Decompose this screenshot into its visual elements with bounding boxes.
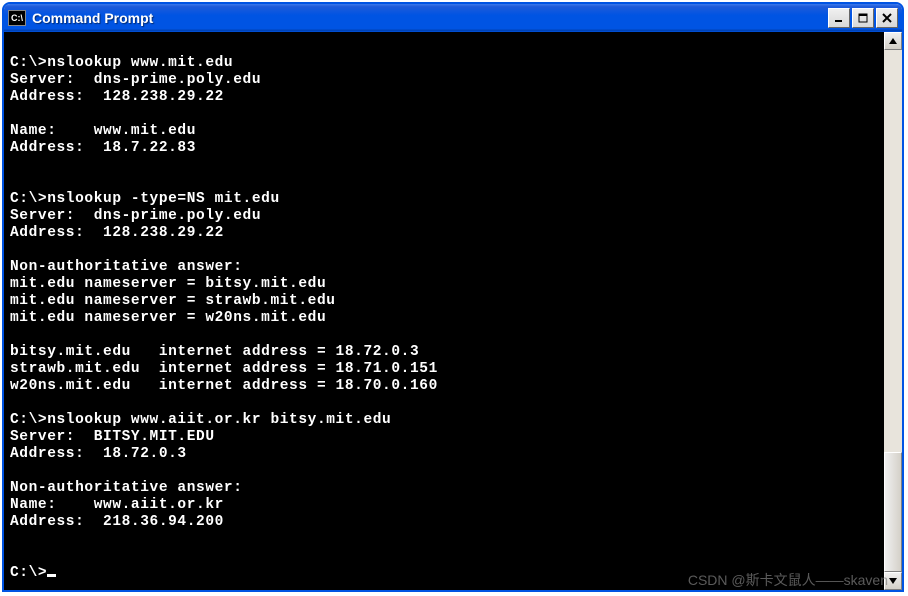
minimize-button[interactable] — [828, 8, 850, 28]
chevron-down-icon — [889, 578, 897, 584]
minimize-icon — [834, 13, 844, 23]
titlebar[interactable]: C:\ Command Prompt — [4, 4, 902, 32]
terminal-output[interactable]: C:\>nslookup www.mit.edu Server: dns-pri… — [4, 32, 884, 590]
scrollbar-thumb[interactable] — [884, 452, 902, 572]
window-title: Command Prompt — [32, 10, 828, 26]
command-prompt-window: C:\ Command Prompt — [2, 2, 904, 592]
vertical-scrollbar[interactable] — [884, 32, 902, 590]
terminal-cursor — [47, 574, 56, 577]
cmd-icon: C:\ — [8, 10, 26, 26]
chevron-up-icon — [889, 38, 897, 44]
close-icon — [882, 13, 892, 23]
scrollbar-track[interactable] — [884, 50, 902, 572]
maximize-icon — [858, 13, 868, 23]
maximize-button[interactable] — [852, 8, 874, 28]
close-button[interactable] — [876, 8, 898, 28]
terminal-area: C:\>nslookup www.mit.edu Server: dns-pri… — [4, 32, 902, 590]
scroll-down-button[interactable] — [884, 572, 902, 590]
window-controls — [828, 8, 898, 28]
cmd-icon-text: C:\ — [11, 13, 23, 23]
scroll-up-button[interactable] — [884, 32, 902, 50]
